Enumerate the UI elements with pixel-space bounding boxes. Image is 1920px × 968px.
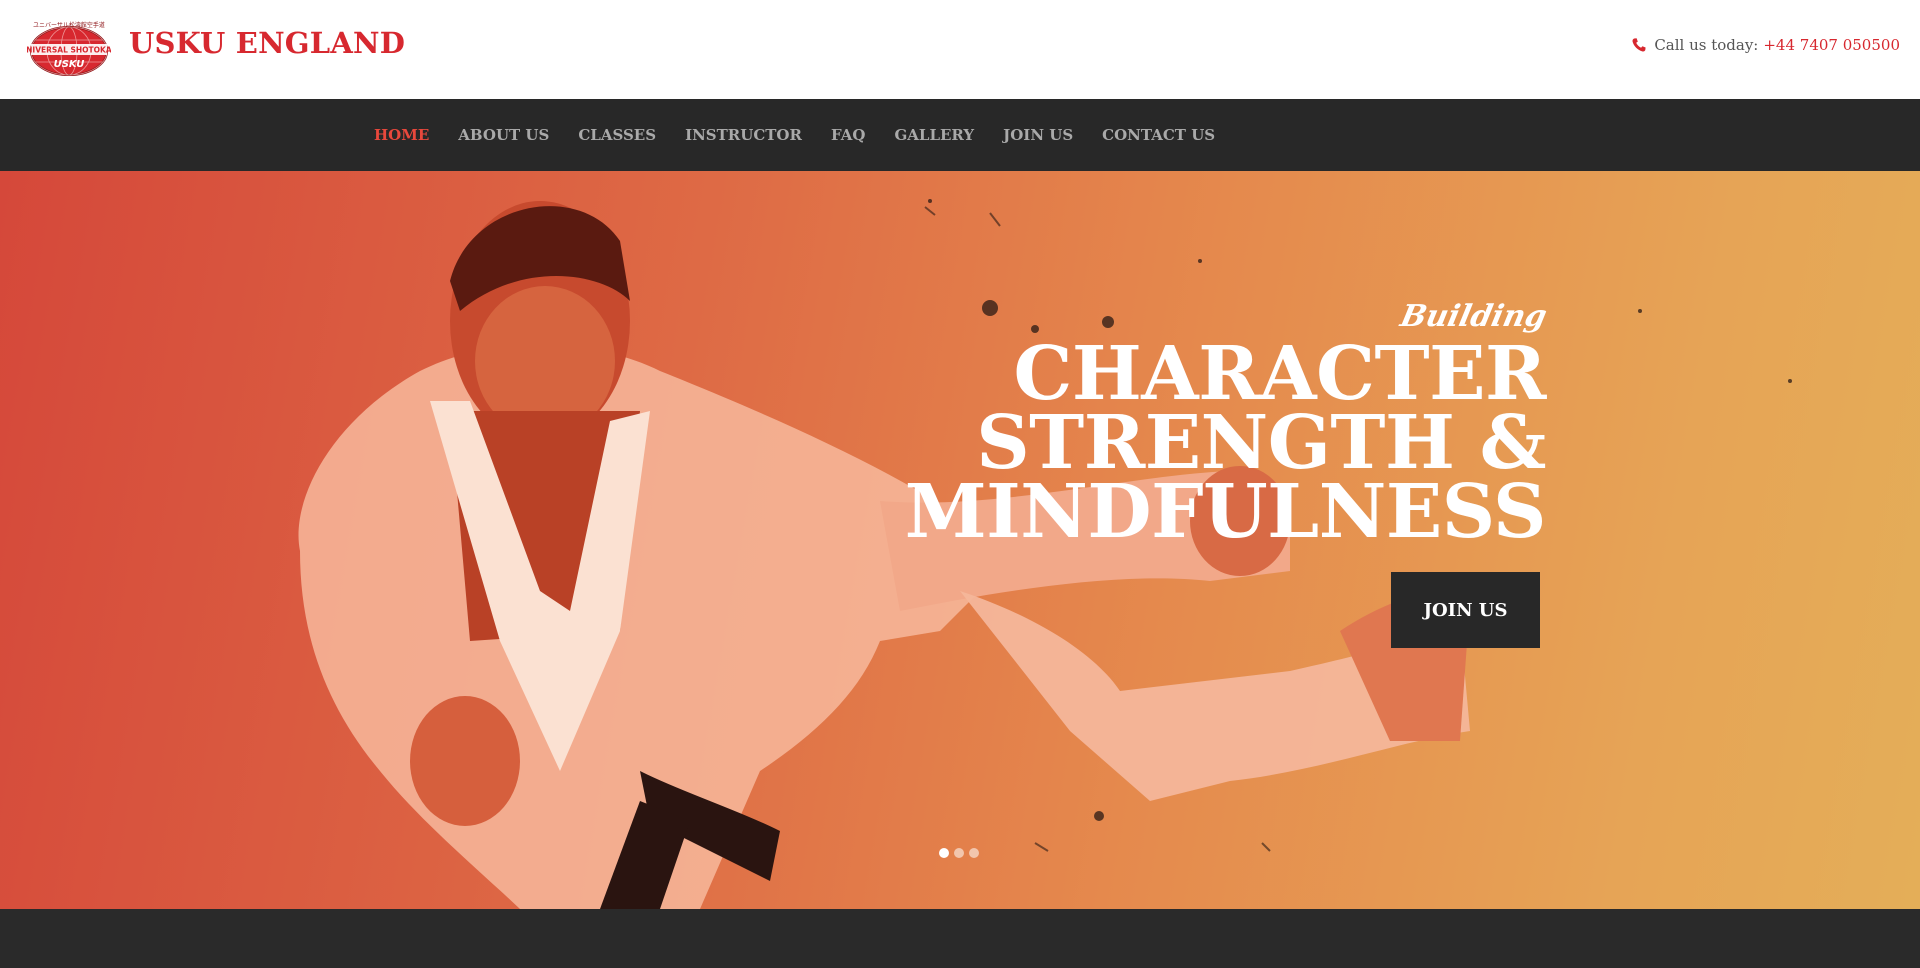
slider-dot-2[interactable] xyxy=(954,848,964,858)
main-nav: HOME ABOUT US CLASSES INSTRUCTOR FAQ GAL… xyxy=(0,99,1920,171)
nav-item-about-us[interactable]: ABOUT US xyxy=(458,126,549,144)
nav-item-faq[interactable]: FAQ xyxy=(831,126,865,144)
nav-item-instructor[interactable]: INSTRUCTOR xyxy=(685,126,802,144)
join-us-button[interactable]: JOIN US xyxy=(1391,572,1540,648)
call-us-label: Call us today: xyxy=(1654,36,1759,54)
nav-item-contact-us[interactable]: CONTACT US xyxy=(1102,126,1215,144)
hero-slider: Building CHARACTER STRENGTH & MINDFULNES… xyxy=(0,171,1920,909)
hero-headline-line-2: STRENGTH & xyxy=(976,400,1546,486)
hero-headline-line-1: CHARACTER xyxy=(1013,331,1546,417)
nav-item-gallery[interactable]: GALLERY xyxy=(894,126,974,144)
hero-headline: CHARACTER STRENGTH & MINDFULNESS xyxy=(904,331,1547,555)
slider-dots xyxy=(939,848,984,858)
phone-number-link[interactable]: +44 7407 050500 xyxy=(1763,36,1900,54)
logo-bottom-text: USKU xyxy=(54,59,85,70)
nav-item-classes[interactable]: CLASSES xyxy=(578,126,656,144)
hero-text-block: Building CHARACTER STRENGTH & MINDFULNES… xyxy=(904,299,1550,555)
hero-kicker: Building xyxy=(1397,299,1550,334)
slider-dot-3[interactable] xyxy=(969,848,979,858)
site-header: ユニバーサル松濤館空手道 UNIVERSAL SHOTOKAN USKU USK… xyxy=(0,0,1920,99)
brand-title[interactable]: USKU ENGLAND xyxy=(129,26,405,60)
usku-logo[interactable]: ユニバーサル松濤館空手道 UNIVERSAL SHOTOKAN USKU xyxy=(27,18,111,80)
slider-dot-1[interactable] xyxy=(939,848,949,858)
nav-item-join-us[interactable]: JOIN US xyxy=(1003,126,1073,144)
lower-section xyxy=(0,909,1920,968)
nav-item-home[interactable]: HOME xyxy=(374,126,429,144)
logo-middle-text: UNIVERSAL SHOTOKAN xyxy=(27,46,111,55)
call-us: Call us today: +44 7407 050500 xyxy=(1631,36,1900,54)
hero-headline-line-3: MINDFULNESS xyxy=(904,469,1547,555)
logo-top-text: ユニバーサル松濤館空手道 xyxy=(33,21,105,29)
phone-icon xyxy=(1632,38,1646,52)
